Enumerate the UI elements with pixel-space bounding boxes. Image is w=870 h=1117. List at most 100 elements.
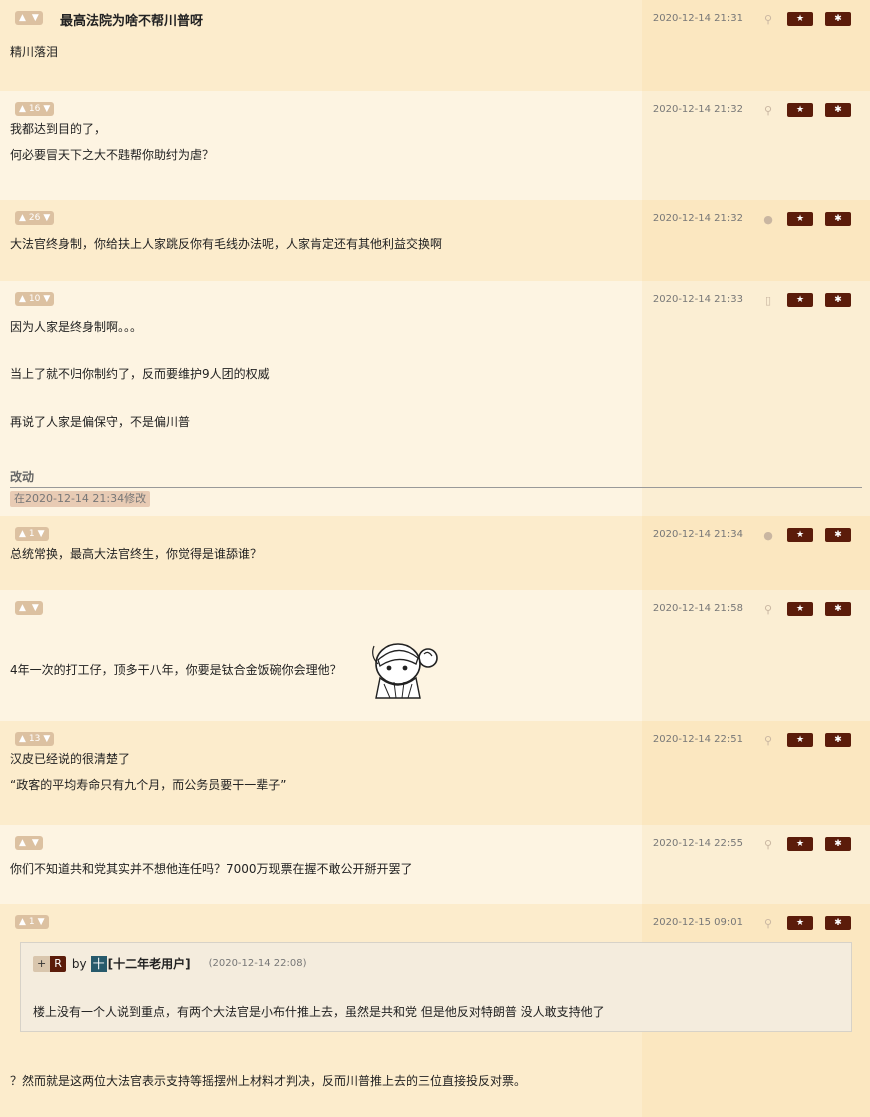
post-line: 当上了就不归你制约了，反而要维护9人团的权威 <box>10 367 270 381</box>
star-button[interactable]: ★ <box>787 212 813 226</box>
thumb-up-icon[interactable]: ▲ <box>19 211 26 225</box>
thumb-down-icon[interactable]: ▼ <box>32 11 39 25</box>
thumb-down-icon[interactable]: ▼ <box>43 292 50 306</box>
post: ▲ 16 ▼ 2020-12-14 21:32 ⚲ ★ ✱ 我都达到目的了， 何必要冒天下之大不… <box>0 91 870 200</box>
thumb-up-icon[interactable]: ▲ <box>19 836 26 850</box>
android-icon: ⚲ <box>763 603 773 616</box>
user-badge-icon: 十 <box>90 955 107 972</box>
star-button[interactable]: ★ <box>787 293 813 307</box>
post-line: 何必要冒天下之大不韪帮你助纣为虐？ <box>10 148 215 162</box>
vote-badge[interactable]: ▲ ▼ <box>15 601 43 615</box>
post-line: 精川落泪 <box>10 45 59 59</box>
thumb-up-icon[interactable]: ▲ <box>19 11 26 25</box>
thumb-down-icon[interactable]: ▼ <box>32 836 39 850</box>
post-timestamp: 2020-12-14 21:58 <box>652 603 743 614</box>
post-line: 因为人家是终身制啊。。。 <box>10 320 143 334</box>
android-icon: ⚲ <box>763 838 773 851</box>
quote-block: + Rby 十 [十二年老用户] (2020-12-14 22:08) 楼上没有一个人说到… <box>20 942 852 1032</box>
star-button[interactable]: ★ <box>787 916 813 930</box>
post: ▲ 10 ▼ 2020-12-14 21:33 ▯ ★ ✱ 因为人家是终身制啊。。。当上了就不… <box>0 281 870 516</box>
android-icon: ⚲ <box>763 13 773 26</box>
gear-button[interactable]: ✱ <box>825 103 851 117</box>
mobile-icon: ▯ <box>764 294 772 307</box>
edit-section: 改动在2020-12-14 21:34修改 <box>10 465 862 507</box>
thumb-down-icon[interactable]: ▼ <box>32 601 39 615</box>
quote-plus-button[interactable]: + <box>33 955 51 972</box>
gear-button[interactable]: ✱ <box>825 12 851 26</box>
edit-label: 改动 <box>10 467 862 488</box>
post: ▲ ▼ 2020-12-14 22:55 ⚲ ★ ✱ 你们不知道共和党其实并不想他连任吗？7… <box>0 825 870 904</box>
thumb-up-icon[interactable]: ▲ <box>19 601 26 615</box>
quote-timestamp: (2020-12-14 22:08) <box>208 958 307 969</box>
post: ▲ 26 ▼ 2020-12-14 21:32 ● ★ ✱ 大法官终身制，你给扶上人家跳反你有… <box>0 200 870 281</box>
post: ▲ 1 ▼ 2020-12-14 21:34 ● ★ ✱ 总统常换，最高大法官终生，你觉得是谁… <box>0 516 870 590</box>
thumb-up-icon[interactable]: ▲ <box>19 292 26 306</box>
post-timestamp: 2020-12-14 21:32 <box>652 213 743 224</box>
post-timestamp: 2020-12-14 21:31 <box>652 13 743 24</box>
post-timestamp: 2020-12-14 22:51 <box>652 734 743 745</box>
gear-button[interactable]: ✱ <box>825 733 851 747</box>
post-timestamp: 2020-12-15 09:01 <box>652 917 743 928</box>
thumb-up-icon[interactable]: ▲ <box>19 732 26 746</box>
thumb-down-icon[interactable]: ▼ <box>38 915 45 929</box>
anime-sticker-image <box>372 643 438 699</box>
thumb-up-icon[interactable]: ▲ <box>19 527 26 541</box>
edit-note: 在2020-12-14 21:34修改 <box>10 491 151 507</box>
post-header: ▲ ▼ 最高法院为啥不帮川普呀 2020-12-14 21:31 ⚲ ★ ✱ <box>10 0 860 30</box>
vote-badge[interactable]: ▲ ▼ <box>15 11 43 25</box>
vote-badge[interactable]: ▲ ▼ <box>15 836 43 850</box>
post-header: ▲ 10 ▼ 2020-12-14 21:33 ▯ ★ ✱ <box>10 281 860 311</box>
post-title: 最高法院为啥不帮川普呀 <box>60 14 204 29</box>
post: ▲ 13 ▼ 2020-12-14 22:51 ⚲ ★ ✱ 汉皮已经说的很清楚了 “政客的平均寿… <box>0 721 870 825</box>
vote-badge[interactable]: ▲ 1 ▼ <box>15 527 49 541</box>
vote-badge[interactable]: ▲ 13 ▼ <box>15 732 55 746</box>
thumb-down-icon[interactable]: ▼ <box>43 211 50 225</box>
star-button[interactable]: ★ <box>787 837 813 851</box>
gear-button[interactable]: ✱ <box>825 528 851 542</box>
vote-count: 1 <box>28 917 35 927</box>
post-header: ▲ 16 ▼ 2020-12-14 21:32 ⚲ ★ ✱ <box>10 91 860 121</box>
star-button[interactable]: ★ <box>787 602 813 616</box>
gear-button[interactable]: ✱ <box>825 916 851 930</box>
gear-button[interactable]: ✱ <box>825 293 851 307</box>
quote-header: + Rby 十 [十二年老用户] (2020-12-14 22:08) <box>33 955 307 972</box>
vote-count: 16 <box>28 104 41 114</box>
post-timestamp: 2020-12-14 21:34 <box>652 529 743 540</box>
post-line: 我都达到目的了， <box>10 122 107 136</box>
thumb-down-icon[interactable]: ▼ <box>38 527 45 541</box>
post-header: ▲ ▼ 2020-12-14 22:55 ⚲ ★ ✱ <box>10 825 860 855</box>
thumb-down-icon[interactable]: ▼ <box>43 102 50 116</box>
post-line: 4年一次的打工仔，顶多干八年，你要是钛合金饭碗你会理他？ <box>10 663 342 677</box>
post-line: 总统常换，最高大法官终生，你觉得是谁舔谁？ <box>10 547 263 561</box>
post-timestamp: 2020-12-14 21:33 <box>652 294 743 305</box>
post-line: ？然而就是这两位大法官表示支持等摇摆州上材料才判决，反而川普推上去的三位直接投反… <box>10 1074 527 1088</box>
vote-badge[interactable]: ▲ 26 ▼ <box>15 211 55 225</box>
gear-button[interactable]: ✱ <box>825 602 851 616</box>
vote-count: 1 <box>28 529 35 539</box>
post: ▲ ▼ 最高法院为啥不帮川普呀 2020-12-14 21:31 ⚲ ★ ✱ 精川落泪 <box>0 0 870 91</box>
gear-button[interactable]: ✱ <box>825 212 851 226</box>
star-button[interactable]: ★ <box>787 733 813 747</box>
vote-badge[interactable]: ▲ 10 ▼ <box>15 292 55 306</box>
thumb-up-icon[interactable]: ▲ <box>19 102 26 116</box>
android-icon: ⚲ <box>763 734 773 747</box>
gear-button[interactable]: ✱ <box>825 837 851 851</box>
post-line: 汉皮已经说的很清楚了 <box>10 752 131 766</box>
thumb-down-icon[interactable]: ▼ <box>43 732 50 746</box>
post-header: ▲ ▼ 2020-12-14 21:58 ⚲ ★ ✱ <box>10 590 860 620</box>
star-button[interactable]: ★ <box>787 103 813 117</box>
quote-username[interactable]: [十二年老用户] <box>108 955 191 972</box>
apple-icon: ● <box>763 529 773 542</box>
star-button[interactable]: ★ <box>787 12 813 26</box>
quote-reply-button[interactable]: R <box>50 955 66 972</box>
quote-text: 楼上没有一个人说到重点，有两个大法官是小布什推上去，虽然是共和党 但是他反对特朗… <box>33 1005 605 1019</box>
vote-badge[interactable]: ▲ 16 ▼ <box>15 102 55 116</box>
star-button[interactable]: ★ <box>787 528 813 542</box>
post-header: ▲ 13 ▼ 2020-12-14 22:51 ⚲ ★ ✱ <box>10 721 860 751</box>
post-line: 再说了人家是偏保守，不是偏川普 <box>10 415 191 429</box>
android-icon: ⚲ <box>763 917 773 930</box>
vote-badge[interactable]: ▲ 1 ▼ <box>15 915 49 929</box>
post: ▲ 1 ▼ 2020-12-15 09:01 ⚲ ★ ✱ + Rby 十 [十二年老用户] (2020… <box>0 904 870 1117</box>
thumb-up-icon[interactable]: ▲ <box>19 915 26 929</box>
post-line: 你们不知道共和党其实并不想他连任吗？7000万现票在握不敢公开掰开罢了 <box>10 862 413 876</box>
